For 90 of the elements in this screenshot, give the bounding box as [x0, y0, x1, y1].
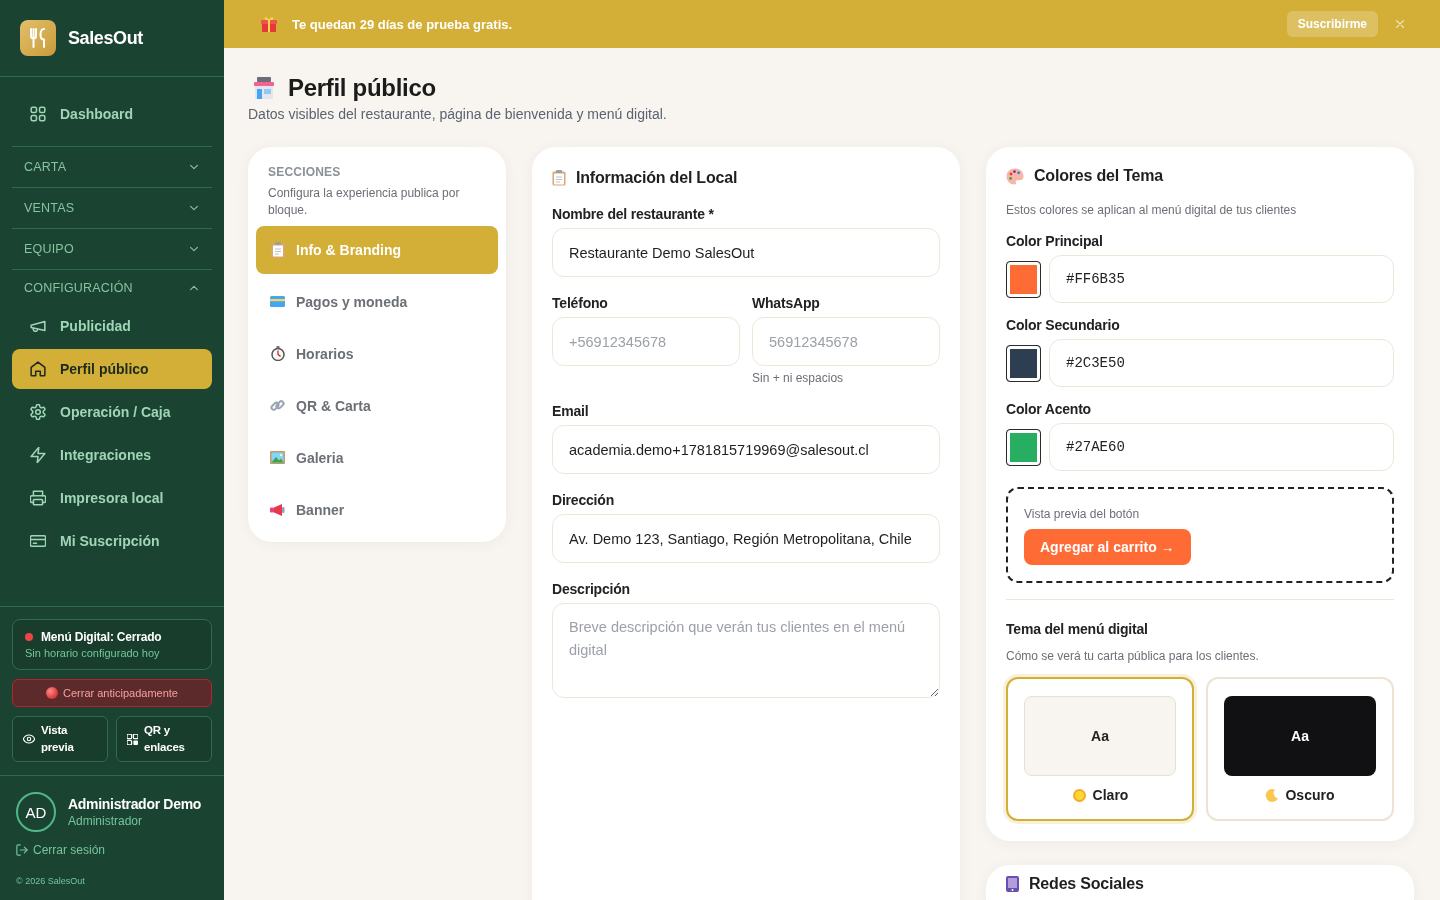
nav-item[interactable]: Dashboard [12, 94, 212, 134]
credit-card-icon [270, 296, 285, 308]
qr-code-icon [127, 733, 138, 745]
section-tab[interactable]: Galeria [256, 433, 498, 482]
field-label: Teléfono [552, 295, 609, 311]
eye-icon [23, 733, 35, 745]
nav-item[interactable]: Operación / Caja [12, 392, 212, 432]
megaphone-icon [30, 318, 46, 334]
nav-item[interactable]: Impresora local [12, 478, 212, 518]
picture-icon [270, 451, 285, 465]
avatar: AD [16, 792, 56, 832]
section-tab[interactable]: QR & Carta [256, 381, 498, 430]
palette-icon [1006, 167, 1024, 185]
user-name: Administrador Demo [68, 796, 202, 812]
close-early-button[interactable]: Cerrar anticipadamente [12, 679, 212, 707]
section-tab[interactable]: Pagos y moneda [256, 277, 498, 326]
input-field[interactable]: +56912345678 [552, 317, 740, 366]
hex-input-field[interactable]: #FF6B35 [1049, 255, 1394, 303]
credit-card-icon [30, 533, 46, 549]
printer-icon [30, 490, 46, 506]
gift-icon [260, 15, 278, 33]
phone-icon [1006, 876, 1019, 892]
nav-item[interactable]: Mi Suscripción [12, 521, 212, 561]
card-title: Redes Sociales [1029, 875, 1144, 893]
nav-group-header[interactable]: VENTAS [12, 188, 212, 228]
brand-name: SalesOut [68, 27, 143, 49]
status-subtitle: Sin horario configurado hoy [25, 647, 161, 659]
nav-group-header[interactable]: EQUIPO [12, 229, 212, 269]
sections-description: Configura la experiencia publica por bloque. [267, 185, 461, 219]
hex-input-field[interactable]: #2C3E50 [1049, 339, 1394, 387]
section-title: Tema del menú digital [1006, 621, 1149, 637]
user-role: Administrador [68, 814, 144, 828]
input-field[interactable]: Restaurante Demo SalesOut [552, 228, 940, 277]
theme-option[interactable]: Aa Oscuro [1206, 677, 1394, 821]
field-label: Nombre del restaurante * [552, 206, 715, 222]
nav-item[interactable]: Integraciones [12, 435, 212, 475]
home-icon [30, 361, 46, 377]
section-description: Cómo se verá tu carta pública para los clientes. [1006, 649, 1260, 663]
input-field[interactable]: 56912345678 [752, 317, 940, 366]
clipboard-icon [552, 170, 566, 186]
dot-icon [46, 687, 58, 699]
storefront-icon [252, 76, 276, 100]
field-label: Color Principal [1006, 233, 1104, 249]
preview-label: Vista previa del botón [1024, 507, 1140, 521]
section-tab[interactable]: Banner [256, 485, 498, 534]
nav-item[interactable]: Publicidad [12, 306, 212, 346]
grid-icon [30, 106, 46, 122]
card-description: Estos colores se aplican al menú digital de tus clientes [1006, 203, 1298, 217]
field-label: Dirección [552, 492, 615, 508]
lightning-icon [30, 447, 46, 463]
logout-icon [16, 844, 28, 856]
color-swatch-icon[interactable] [1006, 260, 1041, 298]
input-field[interactable]: academia.demo+1781815719969@salesout.cl [552, 425, 940, 474]
color-swatch-icon[interactable] [1006, 428, 1041, 466]
theme-option[interactable]: Aa Claro [1006, 677, 1194, 821]
megaphone-icon [270, 503, 285, 516]
card-title: Información del Local [576, 169, 738, 187]
nav-item[interactable]: Perfil público [12, 349, 212, 389]
utensils-logo-icon [20, 20, 56, 56]
stopwatch-icon [270, 346, 285, 362]
moon-icon [1265, 788, 1280, 802]
link-icon [270, 398, 285, 414]
field-label: Color Secundario [1006, 317, 1121, 333]
settings-icon [30, 404, 46, 420]
theme-preview: Aa [1224, 696, 1376, 776]
field-label: Color Acento [1006, 401, 1092, 417]
sections-heading: SECCIONES [267, 165, 342, 179]
hex-input-field[interactable]: #27AE60 [1049, 423, 1394, 471]
quick-action-button[interactable]: Vista previa [12, 716, 108, 762]
field-hint: Sin + ni espacios [752, 371, 845, 385]
input-field[interactable]: Av. Demo 123, Santiago, Región Metropolitana, Chile [552, 514, 940, 563]
trial-message: Te quedan 29 días de prueba gratis. [292, 16, 513, 32]
textarea-field[interactable]: Breve descripción que verán tus clientes en el menú digital [552, 603, 940, 698]
color-swatch-icon[interactable] [1006, 344, 1041, 382]
clipboard-icon [270, 241, 285, 258]
section-tab[interactable]: Horarios [256, 329, 498, 378]
card-title: Colores del Tema [1034, 167, 1163, 185]
status-title: Menú Digital: Cerrado [41, 630, 162, 644]
nav-group-header[interactable]: CARTA [12, 147, 212, 187]
field-label: WhatsApp [752, 295, 821, 311]
nav-group-header[interactable]: CONFIGURACIÓN [12, 270, 212, 306]
page-title: Perfil público [288, 74, 436, 102]
quick-action-button[interactable]: QR y enlaces [116, 716, 212, 762]
copyright-text: © 2026 SalesOut [16, 876, 86, 886]
field-label: Email [552, 403, 590, 419]
page-subtitle: Datos visibles del restaurante, página de bienvenida y menú digital. [248, 106, 668, 122]
theme-preview: Aa [1024, 696, 1176, 776]
field-label: Descripción [552, 581, 631, 597]
sun-icon [1071, 787, 1087, 803]
logout-link[interactable]: Cerrar sesión [16, 843, 106, 857]
